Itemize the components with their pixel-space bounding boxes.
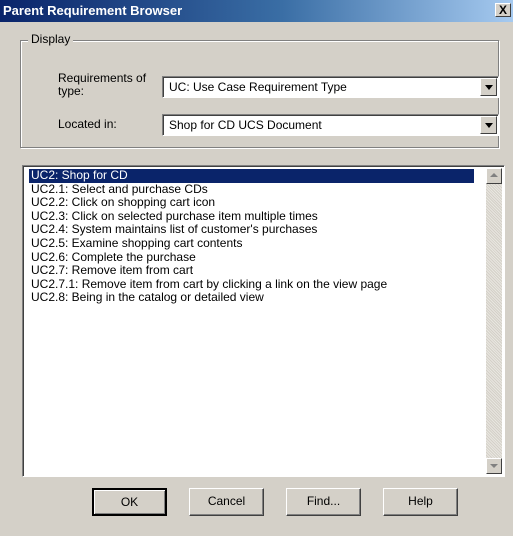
requirements-listbox[interactable]: UC2: Shop for CD UC2.1: Select and purch… <box>22 165 505 477</box>
help-button[interactable]: Help <box>383 488 458 516</box>
requirements-list: UC2: Shop for CD UC2.1: Select and purch… <box>29 168 474 305</box>
list-item[interactable]: UC2.4: System maintains list of customer… <box>29 223 474 237</box>
display-group-legend: Display <box>28 32 74 46</box>
list-item[interactable]: UC2.2: Click on shopping cart icon <box>29 196 474 210</box>
find-button[interactable]: Find... <box>286 488 361 516</box>
list-item[interactable]: UC2.3: Click on selected purchase item m… <box>29 209 474 224</box>
requirement-type-dropdown-arrow-icon[interactable] <box>480 78 497 96</box>
scroll-down-arrow-icon[interactable] <box>486 458 502 474</box>
window-title: Parent Requirement Browser <box>3 3 183 18</box>
list-item[interactable]: UC2: Shop for CD <box>29 168 474 183</box>
location-label: Located in: <box>58 117 117 131</box>
vertical-scrollbar[interactable] <box>486 168 502 474</box>
close-button[interactable]: X <box>495 3 511 17</box>
scroll-up-arrow-icon[interactable] <box>486 168 502 184</box>
list-item[interactable]: UC2.7: Remove item from cart <box>29 264 474 278</box>
location-dropdown-arrow-icon[interactable] <box>480 116 497 134</box>
list-item[interactable]: UC2.8: Being in the catalog or detailed … <box>29 291 474 305</box>
requirement-type-value: UC: Use Case Requirement Type <box>169 80 347 94</box>
location-value: Shop for CD UCS Document <box>169 118 322 132</box>
title-bar[interactable]: Parent Requirement Browser X <box>0 0 513 22</box>
cancel-button[interactable]: Cancel <box>189 488 264 516</box>
requirement-type-label: Requirements of type: <box>58 71 147 98</box>
parent-requirement-browser-dialog: Parent Requirement Browser X Display Req… <box>0 0 513 536</box>
list-item[interactable]: UC2.6: Complete the purchase <box>29 250 474 265</box>
list-item[interactable]: UC2.7.1: Remove item from cart by clicki… <box>29 277 474 292</box>
location-select[interactable]: Shop for CD UCS Document <box>162 114 499 136</box>
list-item[interactable]: UC2.5: Examine shopping cart contents <box>29 236 474 251</box>
requirement-type-select[interactable]: UC: Use Case Requirement Type <box>162 76 499 98</box>
list-item[interactable]: UC2.1: Select and purchase CDs <box>29 182 474 197</box>
ok-button[interactable]: OK <box>92 488 167 516</box>
